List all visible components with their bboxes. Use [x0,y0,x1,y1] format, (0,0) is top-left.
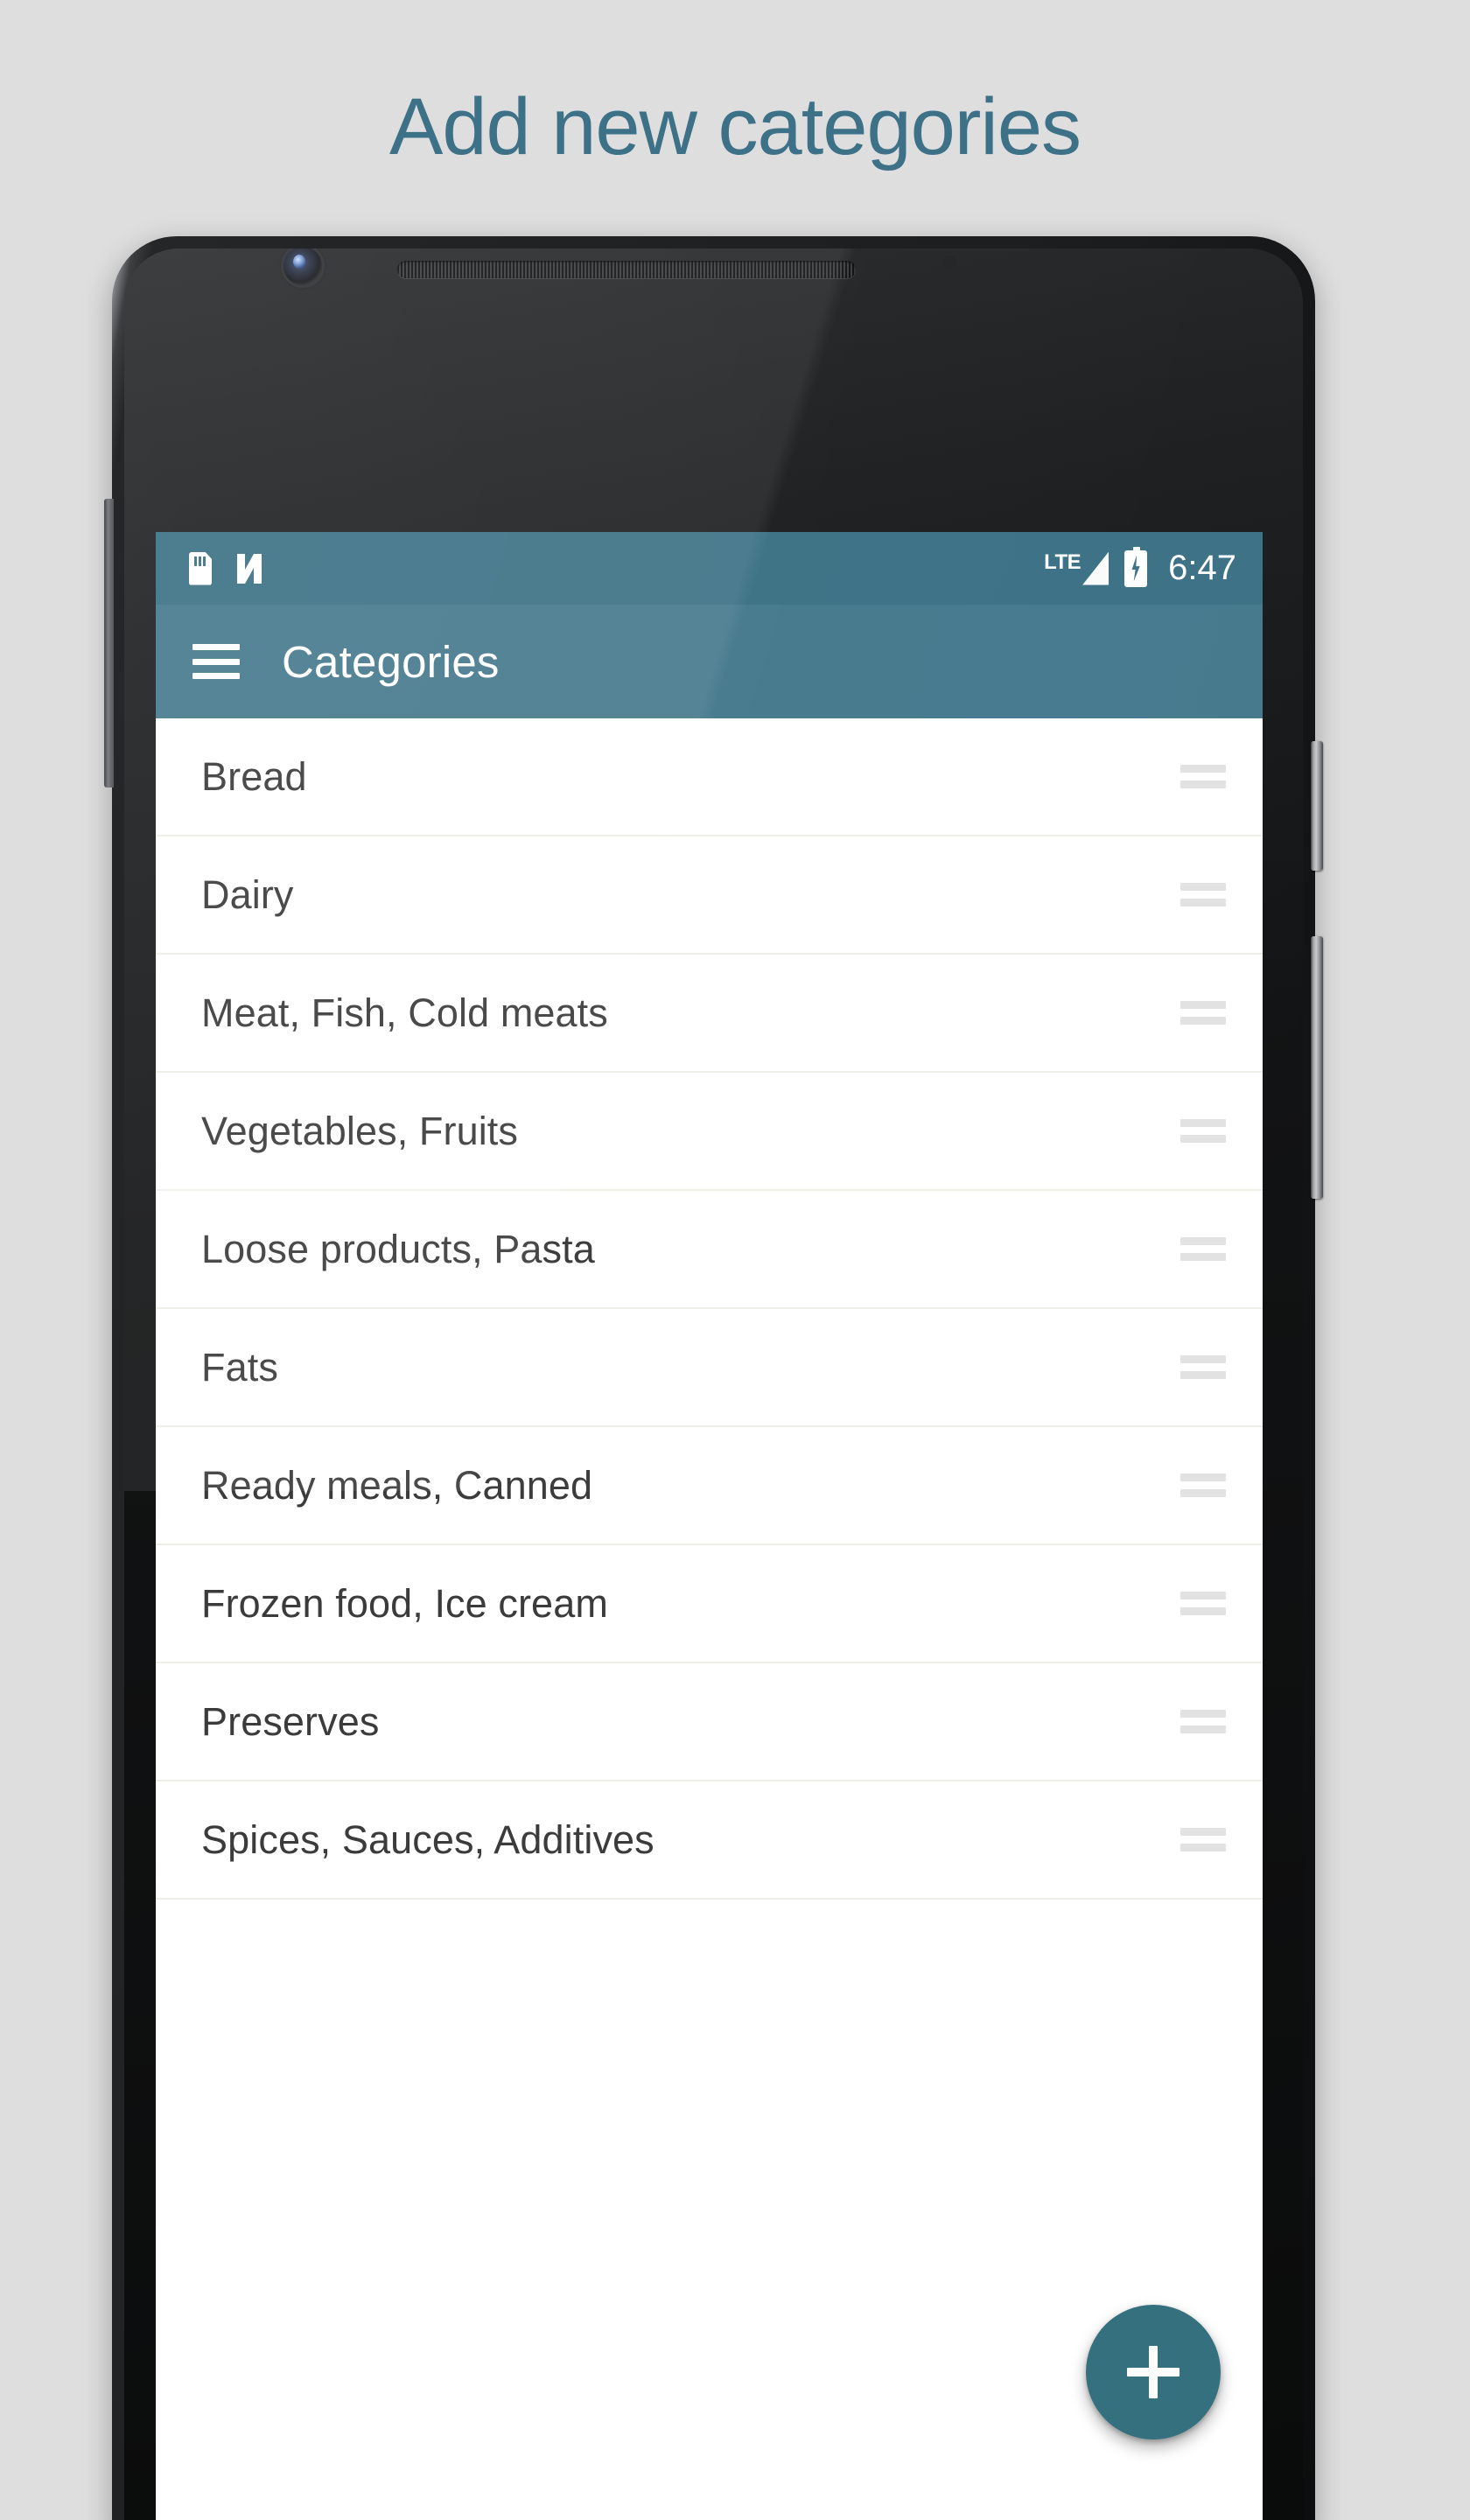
status-bar-clock: 6:47 [1168,549,1236,587]
category-list-item[interactable]: Vegetables, Fruits [156,1073,1263,1191]
signal-triangle-icon [1082,551,1110,585]
plus-icon [1127,2346,1180,2398]
drag-handle-bar [1180,1017,1226,1025]
hamburger-bar [192,644,240,650]
drag-handle-icon[interactable] [1180,883,1226,906]
category-list-item[interactable]: Loose products, Pasta [156,1191,1263,1309]
proximity-sensor-icon [942,256,956,270]
phone-screen: LTE 6:47 Categories Bread Dairy Meat, Fi… [156,532,1263,2520]
drag-handle-bar [1180,1474,1226,1481]
app-screen: LTE 6:47 Categories Bread Dairy Meat, Fi… [156,532,1263,2520]
category-list: Bread Dairy Meat, Fish, Cold meats Vegetabl… [156,718,1263,2520]
add-category-fab[interactable] [1086,2305,1221,2440]
category-list-item[interactable]: Meat, Fish, Cold meats [156,955,1263,1073]
drag-handle-bar [1180,780,1226,788]
category-label: Fats [201,1344,278,1390]
category-label: Vegetables, Fruits [201,1108,518,1153]
drag-handle-bar [1180,883,1226,891]
category-label: Bread [201,753,307,799]
category-label: Loose products, Pasta [201,1226,595,1271]
nfc-icon [234,552,264,585]
drag-handle-bar [1180,899,1226,906]
category-label: Ready meals, Canned [201,1462,593,1508]
drag-handle-bar [1180,1489,1226,1497]
page-title: Add new categories [388,81,1082,172]
sd-card-icon [189,551,212,585]
drag-handle-icon[interactable] [1180,1237,1226,1261]
category-list-item[interactable]: Frozen food, Ice cream [156,1545,1263,1663]
drag-handle-bar [1180,1119,1226,1127]
phone-device-mockup: LTE 6:47 Categories Bread Dairy Meat, Fi… [104,236,1323,2520]
signal-bars-icon: LTE [1044,550,1110,585]
drag-handle-bar [1180,1253,1226,1261]
drag-handle-icon[interactable] [1180,1710,1226,1733]
drag-handle-bar [1180,1001,1226,1009]
drag-handle-bar [1180,1371,1226,1379]
drag-handle-bar [1180,1355,1226,1363]
hamburger-menu-icon[interactable] [192,644,240,679]
drag-handle-icon[interactable] [1180,765,1226,788]
category-list-item[interactable]: Spices, Sauces, Additives [156,1782,1263,1900]
category-label: Frozen food, Ice cream [201,1580,608,1626]
drag-handle-bar [1180,1828,1226,1836]
drag-handle-bar [1180,765,1226,773]
category-label: Preserves [201,1698,380,1744]
drag-handle-bar [1180,1726,1226,1733]
drag-handle-icon[interactable] [1180,1001,1226,1025]
earpiece-speaker-grille [397,261,856,278]
drag-handle-bar [1180,1607,1226,1615]
status-bar: LTE 6:47 [156,532,1263,605]
category-label: Meat, Fish, Cold meats [201,990,608,1035]
drag-handle-bar [1180,1844,1226,1852]
category-list-item[interactable]: Preserves [156,1663,1263,1782]
category-list-item[interactable]: Bread [156,718,1263,836]
category-label: Spices, Sauces, Additives [201,1816,654,1862]
drag-handle-icon[interactable] [1180,1828,1226,1852]
network-type-label: LTE [1044,550,1082,574]
charging-bolt-icon [1131,555,1140,582]
front-camera-icon [284,248,322,285]
category-list-item[interactable]: Fats [156,1309,1263,1427]
app-bar: Categories [156,605,1263,718]
phone-glass-panel: LTE 6:47 Categories Bread Dairy Meat, Fi… [124,248,1303,2520]
phone-left-side-button [104,499,114,788]
category-label: Dairy [201,872,294,917]
drag-handle-bar [1180,1135,1226,1143]
drag-handle-bar [1180,1710,1226,1718]
drag-handle-icon[interactable] [1180,1119,1226,1143]
drag-handle-bar [1180,1237,1226,1245]
phone-power-button [1311,741,1323,871]
category-list-item[interactable]: Ready meals, Canned [156,1427,1263,1545]
battery-charging-icon [1124,546,1148,587]
hamburger-bar [192,673,240,679]
category-list-item[interactable]: Dairy [156,836,1263,955]
drag-handle-icon[interactable] [1180,1592,1226,1615]
hamburger-bar [192,658,240,665]
drag-handle-icon[interactable] [1180,1355,1226,1379]
drag-handle-icon[interactable] [1180,1474,1226,1497]
status-bar-right-icons: LTE 6:47 [1044,546,1236,588]
app-bar-title: Categories [282,636,500,687]
phone-volume-rocker [1311,936,1323,1199]
drag-handle-bar [1180,1592,1226,1600]
status-bar-left-icons [189,551,264,585]
